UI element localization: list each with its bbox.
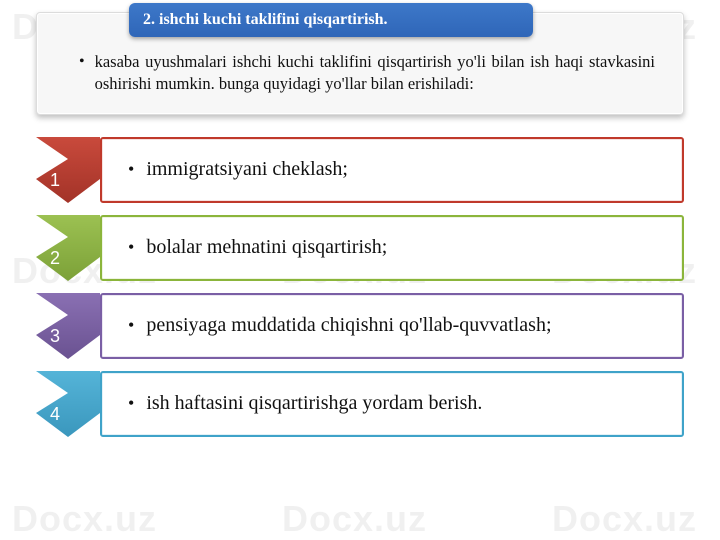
chevron-badge: 3 bbox=[36, 293, 100, 359]
bullet-icon: • bbox=[79, 51, 85, 96]
item-text: pensiyaga muddatida chiqishni qo'llab-qu… bbox=[146, 314, 551, 337]
item-number: 4 bbox=[50, 404, 60, 425]
bullet-icon: • bbox=[128, 315, 134, 336]
watermark: Docx.uz bbox=[12, 498, 157, 540]
list-item: 1 • immigratsiyani cheklash; bbox=[36, 137, 684, 203]
item-text: bolalar mehnatini qisqartirish; bbox=[146, 236, 387, 259]
bullet-icon: • bbox=[128, 159, 134, 180]
list-item: 4 • ish haftasini qisqartirishga yordam … bbox=[36, 371, 684, 437]
header-body: • kasaba uyushmalari ishchi kuchi taklif… bbox=[79, 51, 655, 96]
item-number: 3 bbox=[50, 326, 60, 347]
item-body: • bolalar mehnatini qisqartirish; bbox=[100, 215, 684, 281]
chevron-badge: 1 bbox=[36, 137, 100, 203]
item-number: 1 bbox=[50, 170, 60, 191]
slide-content: 2. ishchi kuchi taklifini qisqartirish. … bbox=[0, 0, 720, 437]
bullet-icon: • bbox=[128, 393, 134, 414]
watermark: Docx.uz bbox=[552, 498, 697, 540]
item-body: • ish haftasini qisqartirishga yordam be… bbox=[100, 371, 684, 437]
item-body: • pensiyaga muddatida chiqishni qo'llab-… bbox=[100, 293, 684, 359]
item-body: • immigratsiyani cheklash; bbox=[100, 137, 684, 203]
list: 1 • immigratsiyani cheklash; 2 • bbox=[36, 137, 684, 437]
item-text: immigratsiyani cheklash; bbox=[146, 158, 348, 181]
item-number: 2 bbox=[50, 248, 60, 269]
watermark: Docx.uz bbox=[282, 498, 427, 540]
header-tab: 2. ishchi kuchi taklifini qisqartirish. bbox=[129, 3, 533, 37]
item-text: ish haftasini qisqartirishga yordam beri… bbox=[146, 392, 482, 415]
chevron-badge: 4 bbox=[36, 371, 100, 437]
chevron-badge: 2 bbox=[36, 215, 100, 281]
list-item: 3 • pensiyaga muddatida chiqishni qo'lla… bbox=[36, 293, 684, 359]
header-box: 2. ishchi kuchi taklifini qisqartirish. … bbox=[36, 12, 684, 115]
header-text: kasaba uyushmalari ishchi kuchi taklifin… bbox=[95, 51, 655, 96]
bullet-icon: • bbox=[128, 237, 134, 258]
list-item: 2 • bolalar mehnatini qisqartirish; bbox=[36, 215, 684, 281]
